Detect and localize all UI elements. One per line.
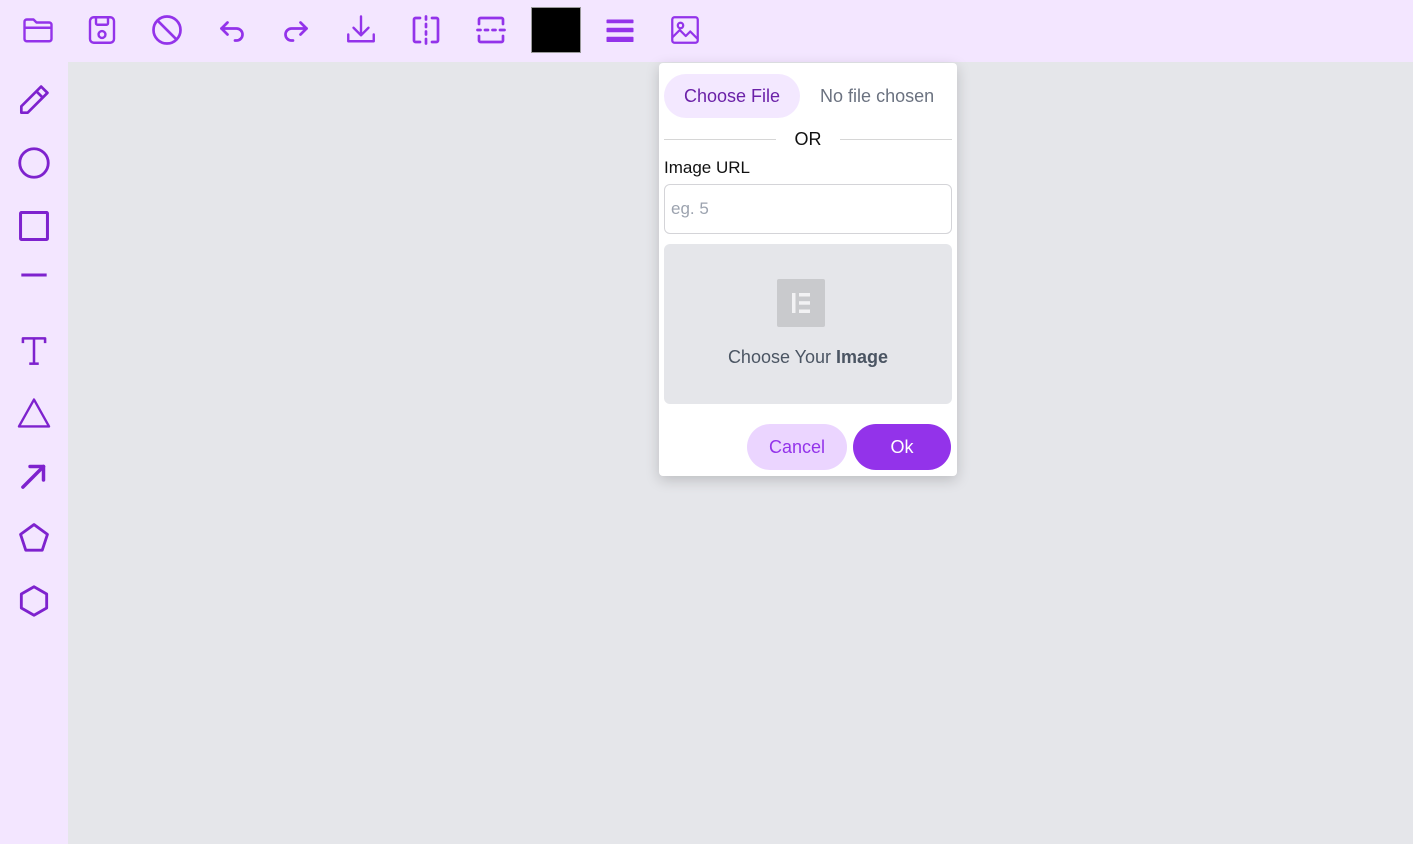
hexagon-tool-button[interactable]	[13, 580, 55, 622]
text-icon	[21, 337, 47, 365]
image-url-label: Image URL	[664, 158, 750, 177]
flip-vertical-button[interactable]	[471, 10, 511, 50]
insert-image-button[interactable]	[665, 10, 705, 50]
cancel-button[interactable]: Cancel	[747, 424, 847, 470]
no-file-chosen-text: No file chosen	[820, 85, 935, 106]
line-width-button[interactable]	[600, 10, 640, 50]
flip-vertical-icon	[476, 16, 506, 44]
ok-button[interactable]: Ok	[853, 424, 951, 470]
text-tool-button[interactable]	[13, 330, 55, 372]
line-width-icon	[606, 19, 634, 42]
choose-image-text: Choose Your Image	[664, 347, 952, 368]
triangle-tool-button[interactable]	[13, 392, 55, 434]
folder-open-icon	[23, 18, 53, 43]
save-icon	[88, 16, 116, 44]
square-icon	[19, 211, 49, 241]
top-toolbar	[0, 0, 1413, 62]
hexagon-icon	[19, 585, 49, 617]
choose-file-button[interactable]: Choose File	[664, 74, 801, 118]
or-divider: OR	[664, 129, 952, 149]
elementor-logo-icon	[777, 279, 825, 327]
clear-button[interactable]	[147, 10, 187, 50]
or-text: OR	[794, 129, 822, 149]
undo-icon	[220, 21, 244, 42]
redo-button[interactable]	[276, 10, 316, 50]
app: Choose File No file chosen OR Image URL …	[0, 0, 1413, 844]
pentagon-tool-button[interactable]	[13, 517, 55, 559]
flip-horizontal-button[interactable]	[406, 10, 446, 50]
choose-image-prefix: Choose Your	[727, 347, 837, 367]
arrow-tool-button[interactable]	[13, 455, 55, 497]
choose-image-bold: Image	[836, 347, 889, 367]
pencil-icon	[19, 85, 49, 115]
flip-horizontal-icon	[412, 15, 440, 45]
tool-sidebar	[0, 62, 68, 844]
download-button[interactable]	[341, 10, 381, 50]
line-icon	[21, 273, 47, 277]
image-url-input[interactable]	[664, 184, 952, 234]
redo-icon	[284, 21, 308, 42]
save-button[interactable]	[82, 10, 122, 50]
circle-icon	[18, 147, 50, 179]
download-icon	[347, 15, 375, 43]
open-file-button[interactable]	[18, 10, 58, 50]
insert-image-dialog: Choose File No file chosen OR Image URL …	[659, 63, 957, 476]
circle-tool-button[interactable]	[13, 142, 55, 184]
square-tool-button[interactable]	[13, 205, 55, 247]
image-drop-zone[interactable]: Choose Your Image	[664, 244, 952, 404]
pentagon-icon	[19, 523, 49, 552]
pencil-tool-button[interactable]	[13, 79, 55, 121]
arrow-icon	[21, 464, 46, 489]
color-picker-swatch[interactable]	[531, 7, 581, 53]
line-tool-button[interactable]	[13, 254, 55, 296]
clear-icon	[152, 15, 182, 45]
image-icon	[671, 16, 699, 44]
undo-button[interactable]	[212, 10, 252, 50]
file-input[interactable]: Choose File No file chosen	[664, 74, 952, 118]
triangle-icon	[17, 398, 51, 428]
